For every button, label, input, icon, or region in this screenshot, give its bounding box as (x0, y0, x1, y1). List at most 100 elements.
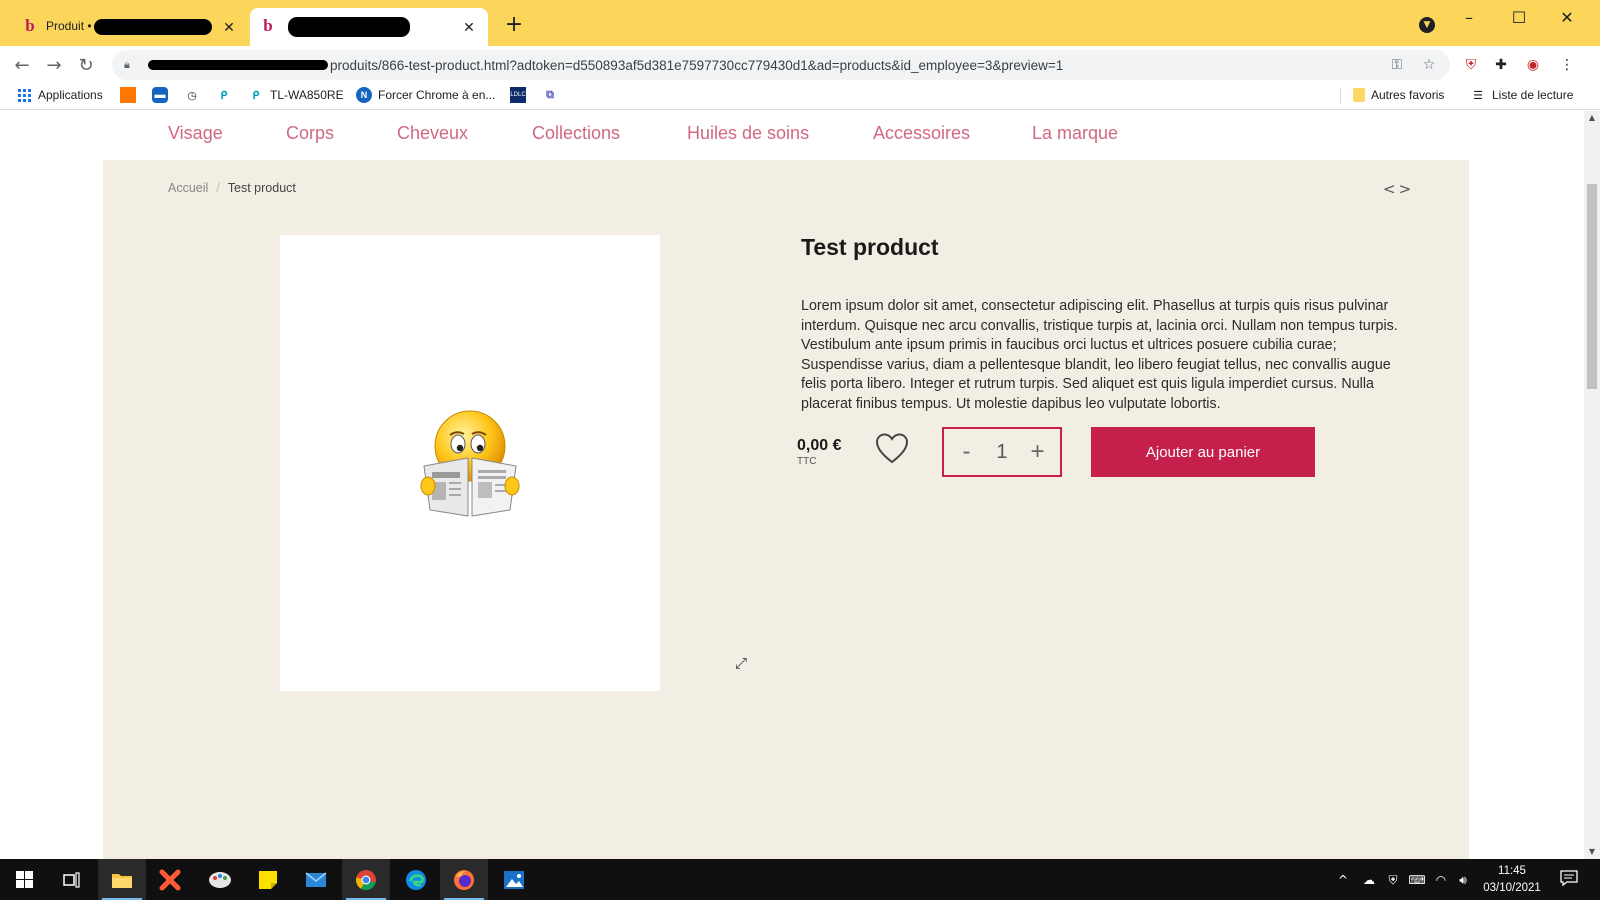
bookmark-tl-wa850re[interactable]: ᑭ TL-WA850RE (248, 86, 344, 104)
back-arrow-icon[interactable]: ← (8, 52, 36, 80)
product-image[interactable] (280, 235, 660, 691)
reading-newspaper-emoji-icon (420, 410, 520, 517)
bookmark-separator (1340, 88, 1341, 104)
key-icon[interactable]: ⚿ (1386, 54, 1408, 76)
price-tax-label: TTC (797, 456, 817, 467)
firefox-icon[interactable] (440, 859, 488, 900)
bookmark-applications[interactable]: Applications (16, 86, 103, 104)
add-to-cart-button[interactable]: Ajouter au panier (1091, 427, 1315, 477)
quantity-stepper: - 1 + (942, 427, 1062, 477)
product-title: Test product (801, 234, 939, 260)
reading-list-button[interactable]: ☰ Liste de lecture (1470, 86, 1573, 104)
page-viewport: Visage Corps Cheveux Collections Huiles … (0, 111, 1584, 859)
bookmark-other-favorites[interactable]: Autres favoris (1353, 86, 1444, 104)
nav-item-accessoires[interactable]: Accessoires (873, 123, 970, 144)
breadcrumb-home-link[interactable]: Accueil (168, 181, 208, 195)
forward-arrow-icon[interactable]: → (40, 52, 68, 80)
wishlist-heart-icon[interactable] (874, 431, 910, 467)
maximize-window-button[interactable]: ☐ (1496, 4, 1542, 32)
reading-list-icon: ☰ (1473, 89, 1483, 102)
folder-icon (1353, 88, 1365, 102)
star-bookmark-icon[interactable]: ☆ (1418, 54, 1440, 76)
windows-taskbar: ^ ☁ ⛨ ⌨ ◠ 🔊︎ 11:45 03/10/2021 (0, 859, 1600, 900)
wifi-icon[interactable]: ◠ (1432, 871, 1450, 889)
quantity-increase-button[interactable]: + (1023, 439, 1053, 465)
teams-icon: ⧉ (546, 88, 554, 101)
bookmark-orange[interactable] (120, 86, 142, 104)
file-explorer-icon[interactable] (98, 859, 146, 900)
quantity-value[interactable]: 1 (996, 441, 1007, 464)
ldlc-icon: LDLC (510, 87, 526, 103)
bookmark-clock[interactable]: ◷ (184, 86, 206, 104)
bookmark-forcer-chrome[interactable]: N Forcer Chrome à en... (356, 86, 495, 104)
tab-search-icon[interactable]: ▼ (1419, 17, 1435, 33)
site-favicon-icon: b (263, 16, 273, 35)
sticky-notes-icon[interactable] (244, 859, 292, 900)
redaction-mark (93, 19, 212, 35)
address-url: produits/866-test-product.html?adtoken=d… (330, 57, 1064, 73)
product-prev-next-nav[interactable]: <> (1383, 180, 1414, 198)
chrome-icon[interactable] (342, 859, 390, 900)
browser-tab-product[interactable]: b Produit • ✕ (12, 8, 248, 46)
windows-start-icon[interactable] (0, 859, 48, 900)
browser-tab-strip: b Produit • ✕ b ✕ + ▼ – ☐ ✕ (0, 0, 1600, 46)
tab-title: Produit • (46, 19, 92, 34)
bookmark-tplink[interactable]: ᑭ (216, 86, 238, 104)
tplink-icon: ᑭ (252, 89, 260, 102)
new-tab-button[interactable]: + (500, 12, 528, 40)
expand-icon[interactable]: ⤢ (735, 654, 747, 672)
security-shield-icon[interactable]: ⛨ (1384, 871, 1402, 889)
nav-item-la-marque[interactable]: La marque (1032, 123, 1118, 144)
quantity-decrease-button[interactable]: - (951, 439, 981, 465)
lock-icon: 🔒︎ (124, 58, 130, 71)
chrome-menu-icon[interactable]: ⋮ (1556, 54, 1578, 76)
clock-icon: ◷ (187, 89, 197, 102)
bookmark-teams[interactable]: ⧉ (542, 86, 564, 104)
redaction-mark (148, 60, 328, 70)
scroll-down-arrow-icon[interactable]: ▼ (1584, 845, 1600, 859)
n-icon: N (356, 87, 372, 103)
bookmarks-bar: Applications ▬ ◷ ᑭ ᑭ TL-WA850RE N Forcer… (0, 80, 1600, 110)
browser-tab-active[interactable]: b ✕ (250, 8, 488, 46)
bookmark-blue[interactable]: ▬ (152, 86, 174, 104)
mail-icon[interactable] (292, 859, 340, 900)
onedrive-cloud-icon[interactable]: ☁ (1360, 871, 1378, 889)
nav-item-huiles-de-soins[interactable]: Huiles de soins (687, 123, 809, 144)
minimize-window-button[interactable]: – (1446, 4, 1492, 32)
profile-extension-icon[interactable]: ◉ (1522, 54, 1544, 76)
paint-icon[interactable] (196, 859, 244, 900)
ublock-extension-icon[interactable]: ⛨ (1460, 54, 1482, 76)
breadcrumb-separator: / (216, 181, 220, 195)
show-hidden-icons-chevron-icon[interactable]: ^ (1334, 871, 1352, 889)
edge-icon[interactable] (392, 859, 440, 900)
extensions-puzzle-icon[interactable]: ✚ (1490, 54, 1512, 76)
page-scrollbar[interactable]: ▲ ▼ (1584, 111, 1600, 859)
site-main-nav: Visage Corps Cheveux Collections Huiles … (0, 111, 1584, 160)
task-view-icon[interactable] (48, 859, 96, 900)
blue-square-icon: ▬ (152, 87, 168, 103)
taskbar-clock[interactable]: 11:45 03/10/2021 (1468, 863, 1556, 897)
close-tab-icon[interactable]: ✕ (220, 19, 238, 36)
product-price: 0,00 € (797, 437, 842, 454)
breadcrumb: Accueil / Test product (168, 181, 296, 195)
nav-item-corps[interactable]: Corps (286, 123, 334, 144)
redaction-mark (288, 17, 410, 37)
close-tab-icon[interactable]: ✕ (460, 19, 478, 36)
clock-time: 11:45 (1498, 865, 1526, 877)
scrollbar-thumb[interactable] (1587, 184, 1597, 389)
nav-item-visage[interactable]: Visage (168, 123, 223, 144)
tplink-icon: ᑭ (220, 89, 228, 102)
input-method-icon[interactable]: ⌨ (1408, 871, 1426, 889)
nav-item-cheveux[interactable]: Cheveux (397, 123, 468, 144)
nav-item-collections[interactable]: Collections (532, 123, 620, 144)
reload-icon[interactable]: ↻ (72, 52, 100, 80)
notifications-icon[interactable] (1558, 870, 1580, 890)
photos-icon[interactable] (490, 859, 538, 900)
xmind-icon[interactable] (146, 859, 194, 900)
address-bar[interactable]: 🔒︎ produits/866-test-product.html?adtoke… (112, 50, 1450, 80)
scroll-up-arrow-icon[interactable]: ▲ (1584, 111, 1600, 125)
breadcrumb-current: Test product (227, 181, 296, 195)
close-window-button[interactable]: ✕ (1544, 4, 1590, 32)
clock-date: 03/10/2021 (1483, 882, 1541, 894)
bookmark-ldlc[interactable]: LDLC (510, 86, 532, 104)
